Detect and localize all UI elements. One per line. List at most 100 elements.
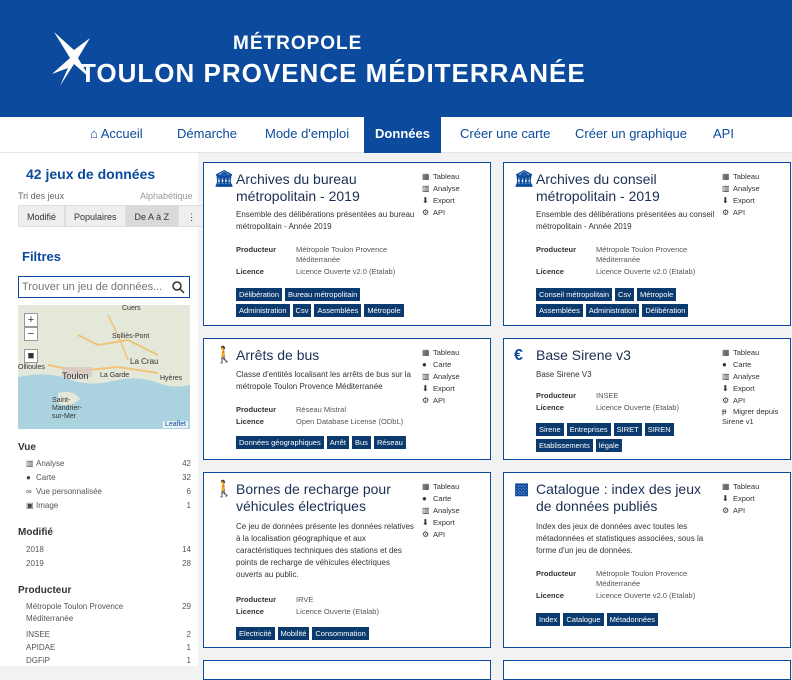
action-carte[interactable]: ● Carte <box>722 359 792 371</box>
card-title[interactable]: Base Sirene v3 <box>536 347 716 364</box>
tag[interactable]: Index <box>536 613 561 626</box>
nav-item-demarche[interactable]: Démarche <box>167 117 247 153</box>
action-export[interactable]: ⬇ Export <box>422 383 492 395</box>
filter-map[interactable]: + − ■ Cuers Solliès-Pont La Crau Ollioul… <box>18 305 190 429</box>
action-tableau[interactable]: ▦ Tableau <box>422 481 492 493</box>
tag[interactable]: Assemblées <box>536 304 583 317</box>
action-export[interactable]: ⬇ Export <box>422 195 492 207</box>
facet-item[interactable]: 2019 28 <box>26 559 191 571</box>
facet-item[interactable]: ▥ Analyse 42 <box>26 459 191 471</box>
tag[interactable]: Bus <box>352 436 371 449</box>
facet-item[interactable]: Méditerranée <box>26 614 191 626</box>
action-analyse[interactable]: ▥ Analyse <box>722 371 792 383</box>
sort-popular-button[interactable]: Populaires <box>65 205 126 227</box>
tag[interactable]: Métropole <box>364 304 404 317</box>
dataset-card[interactable]: € Base Sirene v3 Base Sirene V3 Producte… <box>503 338 791 460</box>
facet-item[interactable]: DGFiP 1 <box>26 656 191 668</box>
action-carte[interactable]: ● Carte <box>422 493 492 505</box>
facet-item[interactable]: ● Carte 32 <box>26 473 191 485</box>
tag[interactable]: Métropole <box>636 288 677 301</box>
tag[interactable]: Consommation <box>312 627 369 640</box>
map-attribution[interactable]: Leaflet <box>162 421 188 428</box>
action-analyse[interactable]: ▥ Analyse <box>422 183 492 195</box>
action-api[interactable]: ⚙ API <box>722 207 792 219</box>
nav-item-creer-carte[interactable]: Créer une carte <box>450 117 560 153</box>
action-export[interactable]: ⬇ Export <box>722 383 792 395</box>
action-api[interactable]: ⚙ API <box>722 395 792 407</box>
action-tableau[interactable]: ▦ Tableau <box>722 481 792 493</box>
facet-item[interactable]: ▣ Image 1 <box>26 501 191 513</box>
dataset-card-partial[interactable] <box>203 660 491 680</box>
action-migrer[interactable]: ᵽ Migrer depuis Sirene v1 <box>722 407 784 427</box>
facet-item[interactable]: ∞ Vue personnalisée 6 <box>26 487 191 499</box>
card-title[interactable]: Catalogue : index des jeux de données pu… <box>536 481 716 515</box>
sort-modified-button[interactable]: Modifié <box>18 205 66 227</box>
search-icon[interactable] <box>171 280 185 294</box>
tag[interactable]: Csv <box>615 288 634 301</box>
action-analyse[interactable]: ▥ Analyse <box>422 505 492 517</box>
tag[interactable]: Métadonnées <box>606 613 659 626</box>
facet-item[interactable]: APIDAE 1 <box>26 643 191 655</box>
action-api[interactable]: ⚙ API <box>422 529 492 541</box>
tag[interactable]: Electricité <box>236 627 275 640</box>
dataset-card[interactable]: 🏛 Archives du bureau métropolitain - 201… <box>203 162 491 326</box>
dataset-card[interactable]: 🚶 Arrêts de bus Classe d'entités localis… <box>203 338 491 460</box>
tag[interactable]: Administration <box>236 304 290 317</box>
facet-item[interactable]: 2018 14 <box>26 545 191 557</box>
action-tableau[interactable]: ▦ Tableau <box>722 171 792 183</box>
action-api[interactable]: ⚙ API <box>722 505 792 517</box>
tag[interactable]: Mobilité <box>277 627 310 640</box>
tag[interactable]: Délibération <box>642 304 689 317</box>
action-api[interactable]: ⚙ API <box>422 207 492 219</box>
tag[interactable]: Catalogue <box>563 613 604 626</box>
tag[interactable]: Données géographiques <box>236 436 324 449</box>
draw-area-button[interactable]: ■ <box>24 349 38 363</box>
dataset-card-partial[interactable] <box>503 660 791 680</box>
action-analyse[interactable]: ▥ Analyse <box>422 371 492 383</box>
search-input[interactable] <box>19 277 167 297</box>
tag[interactable]: Arrêt <box>326 436 349 449</box>
tag[interactable]: SIREN <box>644 423 674 436</box>
nav-item-creer-graphique[interactable]: Créer un graphique <box>565 117 697 153</box>
nav-item-accueil[interactable]: ⌂ Accueil <box>80 117 153 153</box>
facet-item-count: 2 <box>186 630 191 639</box>
tag[interactable]: Délibération <box>236 288 283 301</box>
action-export[interactable]: ⬇ Export <box>422 517 492 529</box>
action-export[interactable]: ⬇ Export <box>722 493 792 505</box>
tag[interactable]: Bureau métropolitain <box>285 288 361 301</box>
card-title[interactable]: Archives du bureau métropolitain - 2019 <box>236 171 416 205</box>
tag[interactable]: Entreprises <box>566 423 611 436</box>
nav-item-mode-emploi[interactable]: Mode d'emploi <box>255 117 359 153</box>
action-carte[interactable]: ● Carte <box>422 359 492 371</box>
action-export[interactable]: ⬇ Export <box>722 195 792 207</box>
card-title[interactable]: Arrêts de bus <box>236 347 416 364</box>
tag[interactable]: légale <box>595 439 622 452</box>
card-title[interactable]: Bornes de recharge pour véhicules électr… <box>236 481 416 515</box>
sort-more-button[interactable]: ⋮ <box>178 205 206 227</box>
nav-item-api[interactable]: API <box>703 117 744 153</box>
tag[interactable]: Conseil métropolitain <box>536 288 613 301</box>
tag[interactable]: Etablissements <box>536 439 593 452</box>
facet-item-count: 28 <box>182 559 191 568</box>
zoom-out-button[interactable]: − <box>24 327 38 341</box>
action-api[interactable]: ⚙ API <box>422 395 492 407</box>
action-tableau[interactable]: ▦ Tableau <box>422 347 492 359</box>
tag[interactable]: Sirene <box>536 423 564 436</box>
action-tableau[interactable]: ▦ Tableau <box>422 171 492 183</box>
facet-item[interactable]: Métropole Toulon Provence 29 <box>26 602 191 614</box>
nav-item-donnees[interactable]: Données <box>364 117 441 153</box>
card-title[interactable]: Archives du conseil métropolitain - 2019 <box>536 171 716 205</box>
dataset-card[interactable]: 🚶 Bornes de recharge pour véhicules élec… <box>203 472 491 648</box>
sort-alpha-button[interactable]: De A à Z <box>125 205 179 227</box>
tag[interactable]: Réseau <box>373 436 406 449</box>
dataset-card[interactable]: 🏛 Archives du conseil métropolitain - 20… <box>503 162 791 326</box>
action-analyse[interactable]: ▥ Analyse <box>722 183 792 195</box>
dataset-card[interactable]: ▩ Catalogue : index des jeux de données … <box>503 472 791 648</box>
tag[interactable]: Administration <box>585 304 640 317</box>
tag[interactable]: SIRET <box>613 423 642 436</box>
zoom-in-button[interactable]: + <box>24 313 38 327</box>
tag[interactable]: Csv <box>292 304 312 317</box>
facet-item[interactable]: INSEE 2 <box>26 630 191 642</box>
tag[interactable]: Assemblées <box>314 304 362 317</box>
action-tableau[interactable]: ▦ Tableau <box>722 347 792 359</box>
